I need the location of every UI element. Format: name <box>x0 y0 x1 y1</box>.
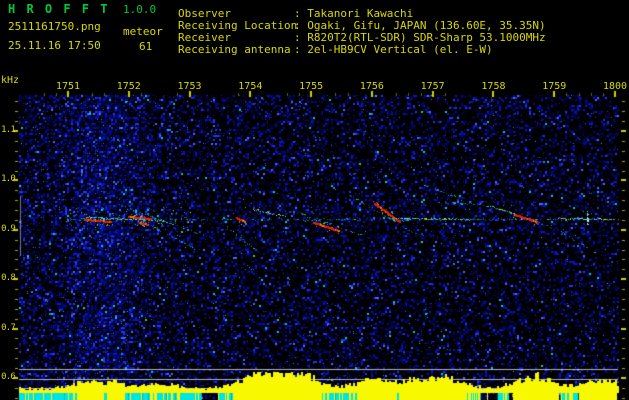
freq-tick-label-1.0: 1.0 <box>1 174 16 185</box>
freq-tick-label-0.9: 0.9 <box>1 223 16 234</box>
time-tick-label-1756: 1756 <box>359 81 384 92</box>
echo-count: 61 <box>139 40 153 53</box>
time-tick-label-1758: 1758 <box>481 81 506 92</box>
time-tick-label-1753: 1753 <box>177 81 202 92</box>
freq-tick-label-0.8: 0.8 <box>1 273 16 284</box>
freq-tick-label-1.1: 1.1 <box>1 125 16 135</box>
info-separator: : <box>294 43 308 56</box>
hrofft-window: H R O F F T 1.0.0 2511161750.png meteor … <box>0 0 629 400</box>
freq-tick-label-0.7: 0.7 <box>1 322 16 333</box>
observation-timestamp: 25.11.16 17:50 <box>8 39 101 52</box>
observation-mode-label: meteor <box>123 25 163 38</box>
info-value: 2el-HB9CV Vertical (el. E-W) <box>307 43 493 56</box>
app-version: 1.0.0 <box>123 3 157 16</box>
time-tick-label-1754: 1754 <box>238 81 263 92</box>
time-tick-label-1800: 1800 <box>602 81 628 92</box>
info-label: Receiving antenna <box>178 43 291 56</box>
freq-axis-unit-label: kHz <box>1 75 20 86</box>
spectrogram-canvas <box>0 0 629 400</box>
time-tick-label-1751: 1751 <box>55 81 81 92</box>
time-tick-label-1755: 1755 <box>299 81 324 92</box>
app-title: H R O F F T <box>8 2 110 16</box>
time-tick-label-1752: 1752 <box>116 81 141 92</box>
time-tick-label-1759: 1759 <box>542 81 567 92</box>
time-tick-label-1757: 1757 <box>420 81 445 92</box>
output-file-name: 2511161750.png <box>8 20 101 33</box>
info-row-antenna: Receiving antenna: 2el-HB9CV Vertical (e… <box>178 43 493 56</box>
freq-tick-label-0.6: 0.6 <box>1 372 16 382</box>
